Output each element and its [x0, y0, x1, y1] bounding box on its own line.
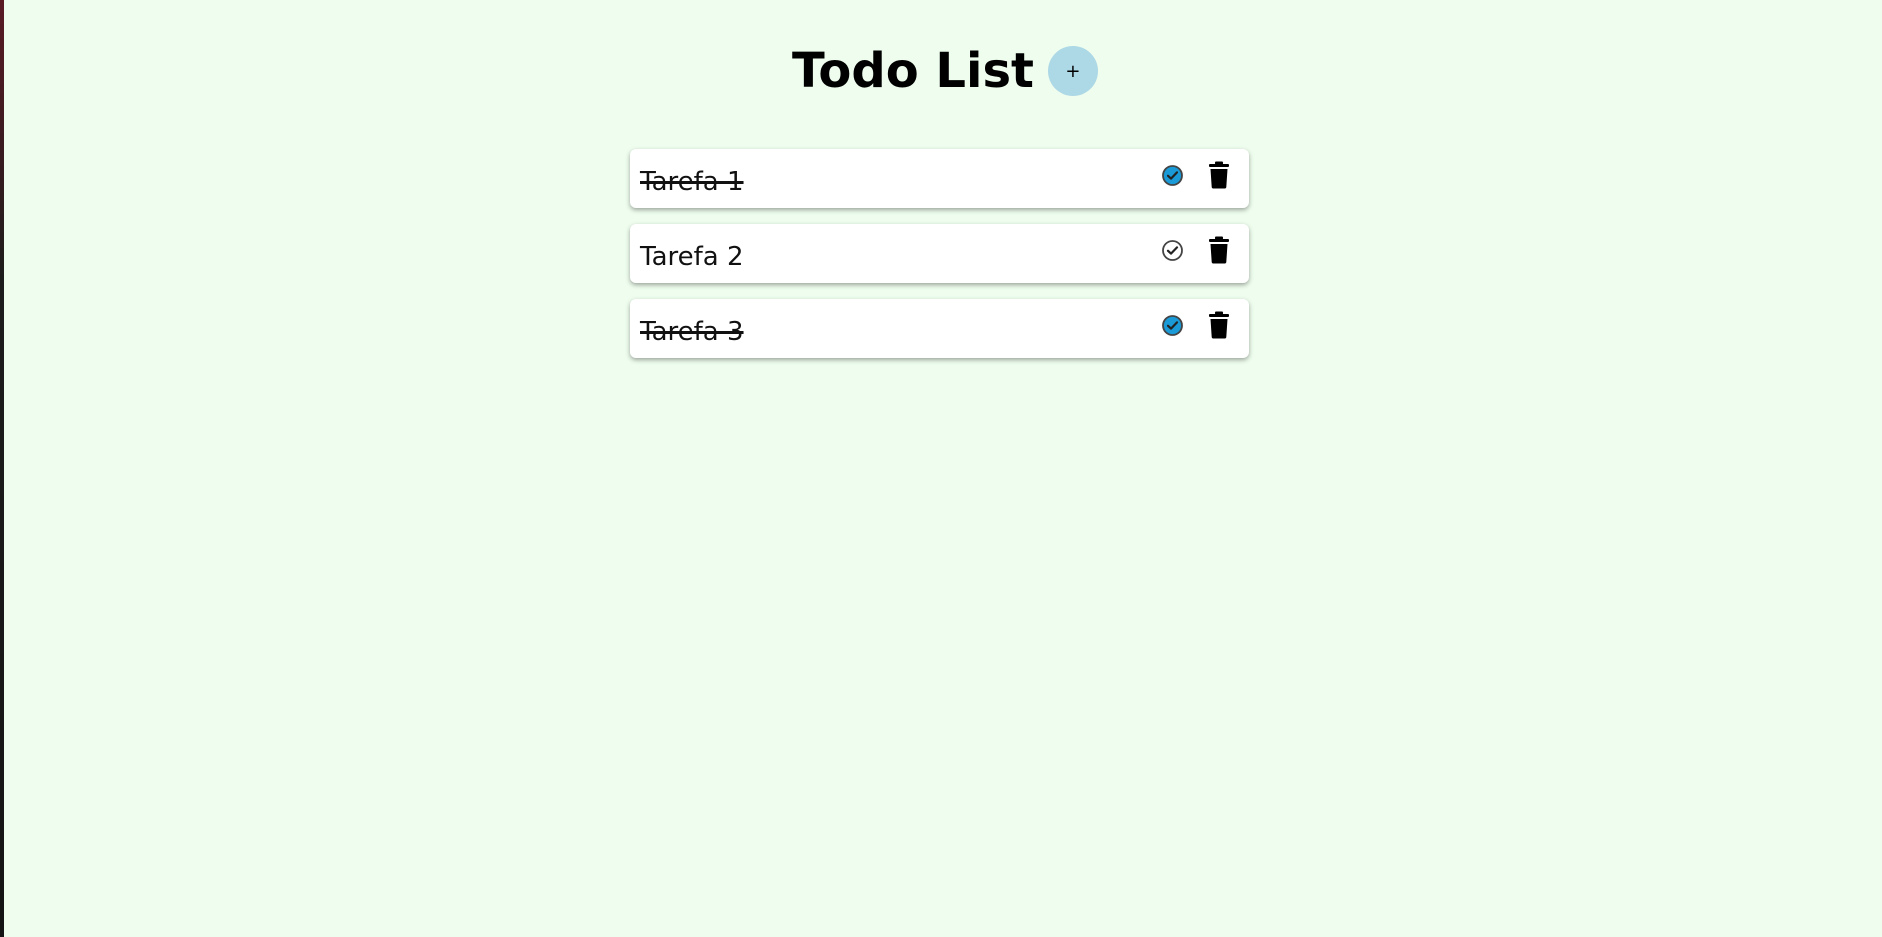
- todo-list: Tarefa 1 Tarefa 2 Tarefa 3: [630, 149, 1249, 374]
- todo-text: Tarefa 1: [640, 166, 744, 197]
- trash-icon: [1209, 161, 1229, 189]
- complete-toggle-button[interactable]: [1161, 314, 1184, 337]
- page-title: Todo List: [792, 43, 1034, 99]
- window-left-edge: [0, 0, 4, 937]
- delete-button[interactable]: [1206, 161, 1232, 189]
- todo-item: Tarefa 3: [630, 299, 1249, 358]
- trash-icon: [1209, 236, 1229, 264]
- todo-text: Tarefa 2: [640, 241, 744, 272]
- todo-item: Tarefa 2: [630, 224, 1249, 283]
- todo-item: Tarefa 1: [630, 149, 1249, 208]
- trash-icon: [1209, 311, 1229, 339]
- check-circle-icon: [1162, 165, 1183, 186]
- page-header: Todo List +: [0, 38, 1882, 104]
- check-circle-icon: [1162, 315, 1183, 336]
- delete-button[interactable]: [1206, 236, 1232, 264]
- complete-toggle-button[interactable]: [1161, 239, 1184, 262]
- add-todo-button[interactable]: +: [1047, 46, 1098, 96]
- delete-button[interactable]: [1206, 311, 1232, 339]
- check-circle-icon: [1162, 240, 1183, 261]
- complete-toggle-button[interactable]: [1161, 164, 1184, 187]
- todo-text: Tarefa 3: [640, 316, 744, 347]
